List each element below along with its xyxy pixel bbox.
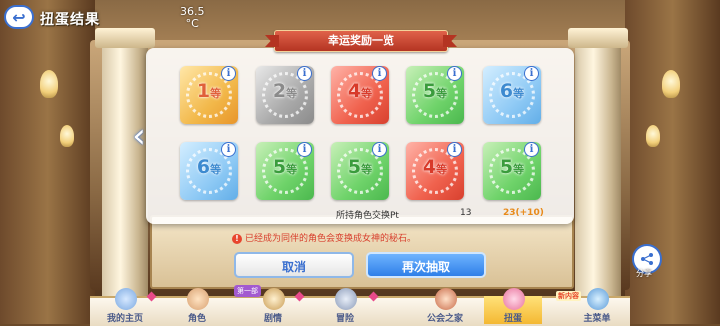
back-arrow-icon: ↩ [12,7,26,27]
nav-item-gacha[interactable]: 扭蛋 [484,288,542,324]
header: ↩ 扭蛋结果 36.5 °C [0,0,205,34]
cancel-button[interactable]: 取消 [234,252,354,278]
temperature-unit: °C [185,17,199,30]
nav-item-adventure[interactable]: 冒险 [316,288,374,324]
reward-rank: 2等 [272,80,298,102]
share-label: 分享 [636,269,652,278]
nav-item-guild[interactable]: 公会之家 [416,288,474,324]
nav-item-home[interactable]: 我的主页 [96,288,154,324]
reward-rank: 5等 [499,156,525,178]
prev-arrow-button[interactable]: ‹ [128,116,150,158]
reward-rank: 6等 [196,156,222,178]
reward-rank: 5等 [347,156,373,178]
wall-lamp-icon [646,125,660,147]
info-icon[interactable]: i [524,66,539,81]
notice-board [150,215,574,289]
left-pillar [102,30,148,310]
exchange-pt-before: 13 [460,208,472,218]
reward-rank: 6等 [499,80,525,102]
panel-title: 幸运奖励一览 [274,30,448,52]
page-title: 扭蛋结果 [40,12,100,28]
reward-rank: 4等 [422,156,448,178]
new-content-badge: 新内容 [556,291,581,301]
wall-lamp-icon [60,125,74,147]
reward-rank: 4等 [347,80,373,102]
nav-item-story[interactable]: 剧情 [244,288,302,324]
exchange-pt-label: 所持角色交换Pt [336,211,399,221]
duplicate-notice: ! 已经成为同伴的角色会变换成女神的秘石。 [232,231,416,244]
reward-rank: 1等 [196,80,222,102]
notice-text: 已经成为同伴的角色会变换成女神的秘石。 [245,234,417,244]
left-wall [0,0,95,324]
info-icon[interactable]: i [221,66,236,81]
reward-rank: 5等 [422,80,448,102]
share-icon [641,253,653,265]
wall-lamp-icon [40,70,58,98]
temperature-readout: 36.5 °C [180,6,205,30]
info-icon[interactable]: i [297,142,312,157]
info-icon[interactable]: i [447,142,462,157]
back-button[interactable]: ↩ [4,5,34,29]
right-pillar-cap [568,28,628,48]
info-icon[interactable]: i [221,142,236,157]
castle-icon [115,288,137,310]
wall-lamp-icon [662,70,680,98]
character-icon [187,288,209,310]
crystal-icon [587,288,609,310]
right-pillar [575,30,621,310]
warning-icon: ! [232,234,242,244]
info-icon[interactable]: i [524,142,539,157]
nav-item-character[interactable]: 角色 [168,288,226,324]
story-part-badge: 第一部 [234,285,261,297]
info-icon[interactable]: i [372,142,387,157]
reward-rank: 5等 [272,156,298,178]
info-icon[interactable]: i [297,66,312,81]
book-icon [263,288,285,310]
exchange-pt-after: 23(+10) [503,208,544,218]
gacha-machine-icon [503,288,525,310]
info-icon[interactable]: i [447,66,462,81]
info-icon[interactable]: i [372,66,387,81]
draw-again-button[interactable]: 再次抽取 [366,252,486,278]
sword-shield-icon [335,288,357,310]
house-icon [435,288,457,310]
